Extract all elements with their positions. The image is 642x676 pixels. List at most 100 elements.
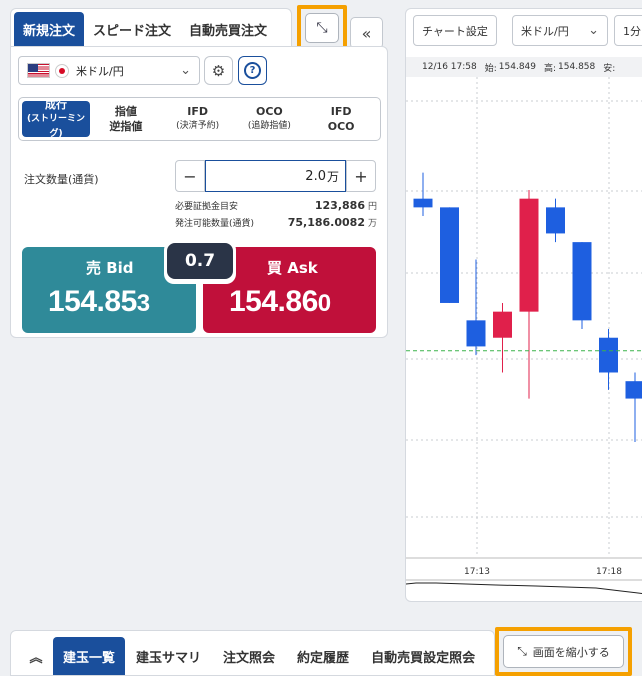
candle-body <box>466 320 486 347</box>
candle-body <box>440 207 459 303</box>
chart-panel: チャート設定 米ドル/円 ⌄ 1分 12/16 17:58 始: 154.849… <box>405 8 642 602</box>
quantity-decrement-button[interactable]: − <box>175 160 205 192</box>
candlestick-chart[interactable]: 17:13 17:18 <box>406 77 642 602</box>
help-button[interactable]: ? <box>238 56 267 85</box>
chevron-down-icon: ⌄ <box>588 23 599 38</box>
double-chevron-left-icon: « <box>361 23 372 43</box>
order-type-sublabel: (ストリーミング) <box>26 113 86 139</box>
candle-body <box>493 311 512 338</box>
available-quantity-row: 発注可能数量(通貨) 75,186.0082 万 <box>175 216 377 229</box>
ask-price: 154.860 <box>229 285 331 319</box>
ohlc-open-label: 始: <box>484 63 497 74</box>
ask-label: 買 Ask <box>267 259 318 277</box>
ohlc-readout: 12/16 17:58 始: 154.849 高: 154.858 安: <box>406 57 642 77</box>
order-type-label: 指値 <box>114 105 137 118</box>
order-panel: 新規注文 スピード注文 自動売買注文 ⤡ « 米ドル/円 ⌄ ⚙ ? 成行 (ス… <box>10 5 388 338</box>
collapse-panel-button[interactable]: ⤡ <box>305 13 339 43</box>
tab-new-order[interactable]: 新規注文 <box>14 12 85 46</box>
candle-body <box>519 198 539 312</box>
order-type-label: OCO <box>255 105 283 118</box>
shrink-screen-label: 画面を縮小する <box>532 645 610 659</box>
highlight-frame: ⤡ <box>297 5 347 50</box>
available-quantity-label: 発注可能数量(通貨) <box>175 219 255 229</box>
available-quantity-value: 75,186.0082 <box>287 216 365 229</box>
candle-body <box>625 381 642 399</box>
order-type-oco[interactable]: OCO (追跡指値) <box>234 101 306 137</box>
spread-badge: 0.7 <box>164 240 236 284</box>
currency-pair-select[interactable]: 米ドル/円 ⌄ <box>18 56 200 85</box>
required-margin-unit: 円 <box>367 202 377 212</box>
bid-label: 売 Bid <box>86 259 134 277</box>
order-tab-bar: 新規注文 スピード注文 自動売買注文 <box>10 8 292 46</box>
ohlc-open: 154.849 <box>498 62 536 72</box>
order-type-ifd[interactable]: IFD (決済予約) <box>162 101 234 137</box>
order-type-limit-stop[interactable]: 指値 逆指値 <box>90 101 162 137</box>
quantity-input[interactable]: 2.0 万 <box>205 160 346 192</box>
available-quantity-unit: 万 <box>367 219 377 229</box>
order-type-label: IFD <box>330 105 352 118</box>
settings-button[interactable]: ⚙ <box>204 56 233 85</box>
required-margin-row: 必要証拠金目安 123,886 円 <box>175 199 377 212</box>
order-form: 米ドル/円 ⌄ ⚙ ? 成行 (ストリーミング) 指値 逆指値 IFD (決済予… <box>10 46 388 338</box>
tab-speed-order[interactable]: スピード注文 <box>84 12 180 46</box>
candles <box>413 172 642 443</box>
chart-settings-button[interactable]: チャート設定 <box>413 15 497 46</box>
tab-auto-trade-settings[interactable]: 自動売買設定照会 <box>360 637 486 675</box>
bid-price: 154.853 <box>48 285 150 319</box>
order-type-sublabel: (決済予約) <box>176 121 220 131</box>
tab-positions[interactable]: 建玉一覧 <box>53 637 126 675</box>
chevron-down-icon: ⌄ <box>180 63 191 78</box>
gear-icon: ⚙ <box>211 61 226 80</box>
order-type-label: 成行 <box>45 97 67 111</box>
chart-pair-label: 米ドル/円 <box>521 24 569 38</box>
us-flag-icon <box>27 63 50 78</box>
collapse-left-button[interactable]: « <box>350 17 383 49</box>
order-type-sublabel: OCO <box>327 120 355 133</box>
quantity-increment-button[interactable]: + <box>346 160 376 192</box>
indicator-line <box>406 582 642 595</box>
order-type-market[interactable]: 成行 (ストリーミング) <box>22 98 90 139</box>
question-icon: ? <box>244 62 261 79</box>
ohlc-low-label: 安: <box>603 63 616 74</box>
order-type-ifd-oco[interactable]: IFD OCO <box>305 101 377 137</box>
quantity-unit: 万 <box>326 169 339 184</box>
order-type-sublabel: 逆指値 <box>109 120 143 133</box>
tab-auto-trade-order[interactable]: 自動売買注文 <box>180 12 276 46</box>
order-type-tabs: 成行 (ストリーミング) 指値 逆指値 IFD (決済予約) OCO (追跡指値… <box>18 97 381 141</box>
bottom-tab-bar: ︽ 建玉一覧 建玉サマリ 注文照会 約定履歴 自動売買設定照会 <box>10 630 495 676</box>
candle-body <box>599 337 618 373</box>
candle-body <box>572 242 592 321</box>
tab-order-inquiry[interactable]: 注文照会 <box>212 637 286 675</box>
tab-position-summary[interactable]: 建玉サマリ <box>125 637 212 675</box>
candle-body <box>413 198 433 208</box>
chart-grid <box>406 77 642 555</box>
chart-toolbar: チャート設定 米ドル/円 ⌄ 1分 <box>406 9 642 51</box>
bid-price-main: 154.85 <box>48 285 137 318</box>
chart-pair-select[interactable]: 米ドル/円 ⌄ <box>512 15 608 46</box>
ohlc-date: 12/16 17:58 <box>422 62 477 72</box>
time-label: 17:18 <box>596 567 622 577</box>
tab-execution-history[interactable]: 約定履歴 <box>286 637 360 675</box>
ohlc-high: 154.858 <box>558 62 596 72</box>
currency-pair-label: 米ドル/円 <box>76 64 124 78</box>
order-type-sublabel: (追跡指値) <box>247 121 291 131</box>
shrink-arrows-icon: ⤡ <box>517 644 527 658</box>
ohlc-high-label: 高: <box>544 63 557 74</box>
quantity-stepper: − 2.0 万 + <box>175 160 376 192</box>
jp-flag-icon <box>55 63 69 78</box>
candle-body <box>546 207 565 234</box>
highlight-frame: ⤡ 画面を縮小する <box>495 627 632 676</box>
chart-interval-select[interactable]: 1分 <box>614 15 642 46</box>
shrink-screen-button[interactable]: ⤡ 画面を縮小する <box>503 635 624 668</box>
expand-up-button[interactable]: ︽ <box>19 637 53 675</box>
spread-value: 0.7 <box>167 243 233 279</box>
shrink-arrows-icon: ⤡ <box>316 20 328 36</box>
bid-price-pip: 3 <box>136 290 150 317</box>
quantity-label: 注文数量(通貨) <box>24 173 99 186</box>
ask-price-pip: 0 <box>317 290 331 317</box>
required-margin-label: 必要証拠金目安 <box>175 202 239 212</box>
double-chevron-up-icon: ︽ <box>29 650 43 666</box>
required-margin-value: 123,886 <box>314 199 365 212</box>
order-type-label: IFD <box>187 105 208 118</box>
ask-price-main: 154.86 <box>229 285 318 318</box>
